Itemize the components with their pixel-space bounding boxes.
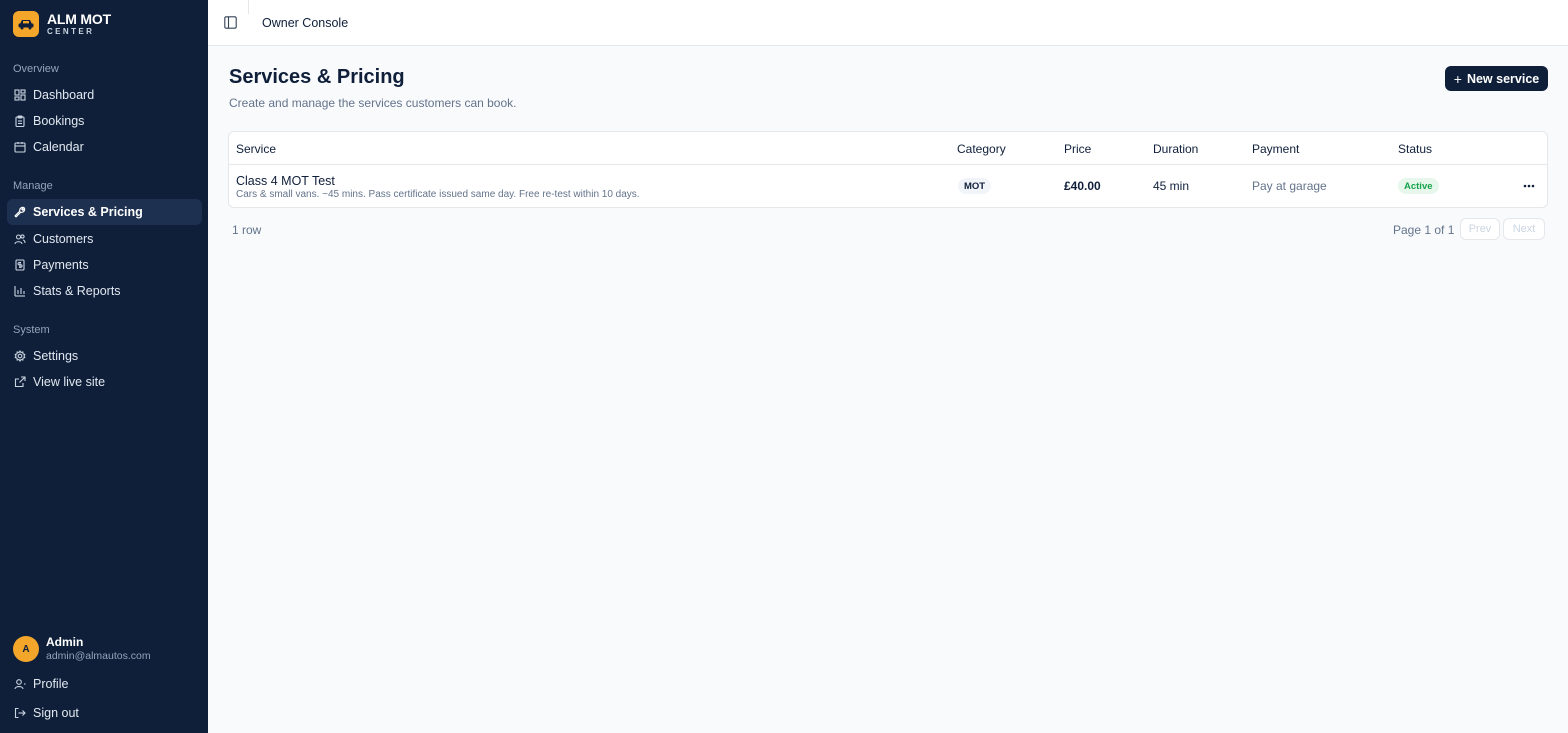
row-count: 1 row <box>232 223 262 237</box>
user-name: Admin <box>46 635 84 650</box>
sidebar-item-label: Calendar <box>33 140 84 154</box>
sidebar-item-bookings[interactable]: Bookings <box>7 108 202 134</box>
plus-icon: + <box>1453 70 1462 87</box>
sidebar-item-dashboard[interactable]: Dashboard <box>7 82 202 108</box>
calendar-icon <box>14 141 26 153</box>
brand-subtitle: CENTER <box>47 27 95 36</box>
profile-label: Profile <box>33 677 69 691</box>
car-icon <box>13 11 39 37</box>
section-label-system: System <box>13 324 50 336</box>
service-name: Class 4 MOT Test <box>236 174 335 188</box>
sidebar-item-calendar[interactable]: Calendar <box>7 134 202 160</box>
service-description: Cars & small vans. ~45 mins. Pass certif… <box>236 189 640 200</box>
sidebar-item-label: Stats & Reports <box>33 284 121 298</box>
receipt-icon <box>14 259 26 271</box>
page-subtitle: Create and manage the services customers… <box>229 96 517 110</box>
users-icon <box>14 233 26 245</box>
brand-name: ALM MOT <box>47 11 111 27</box>
sidebar-item-stats-reports[interactable]: Stats & Reports <box>7 278 202 304</box>
avatar: A <box>13 636 39 662</box>
topbar: Owner Console <box>208 0 1568 46</box>
sidebar-item-label: Settings <box>33 349 79 363</box>
sidebar-item-label: Bookings <box>33 114 85 128</box>
column-header-price[interactable]: Price <box>1064 142 1091 156</box>
status-badge: Active <box>1398 178 1439 194</box>
new-service-button[interactable]: + New service <box>1445 66 1548 91</box>
service-price: £40.00 <box>1064 179 1101 193</box>
sidebar-item-label: Customers <box>33 232 94 246</box>
brand[interactable]: ALM MOT CENTER <box>13 11 111 37</box>
sidebar-item-label: View live site <box>33 375 106 389</box>
user-block[interactable]: A Admin admin@almautos.com <box>13 635 151 662</box>
column-header-category[interactable]: Category <box>957 142 1006 156</box>
profile-link[interactable]: Profile <box>7 671 202 697</box>
sidebar: ALM MOT CENTER Overview Dashboard Bookin… <box>0 0 208 733</box>
sidebar-item-view-live-site[interactable]: View live site <box>7 369 202 395</box>
column-header-payment[interactable]: Payment <box>1252 142 1299 156</box>
section-label-manage: Manage <box>13 180 53 192</box>
prev-page-button[interactable]: Prev <box>1460 218 1500 240</box>
user-icon <box>14 678 26 690</box>
gear-icon <box>14 350 26 362</box>
console-title: Owner Console <box>262 16 349 30</box>
column-header-service[interactable]: Service <box>236 142 276 156</box>
sign-out-label: Sign out <box>33 706 79 720</box>
new-service-label: New service <box>1466 71 1540 86</box>
bar-chart-icon <box>14 285 26 297</box>
services-table: Service Category Price Duration Payment … <box>228 131 1548 208</box>
sign-out-icon <box>14 707 26 719</box>
wrench-icon <box>14 206 26 218</box>
sidebar-item-payments[interactable]: Payments <box>7 252 202 278</box>
service-payment: Pay at garage <box>1252 179 1327 193</box>
page-title: Services & Pricing <box>229 66 405 88</box>
column-header-status[interactable]: Status <box>1398 142 1432 156</box>
page-info: Page 1 of 1 <box>1393 223 1455 237</box>
topbar-divider <box>248 0 249 14</box>
column-header-duration[interactable]: Duration <box>1153 142 1198 156</box>
sidebar-toggle-icon[interactable] <box>224 16 237 29</box>
service-duration: 45 min <box>1153 179 1190 193</box>
category-badge: MOT <box>958 178 992 194</box>
sign-out-button[interactable]: Sign out <box>7 700 202 726</box>
dashboard-icon <box>14 89 26 101</box>
clipboard-icon <box>14 115 26 127</box>
section-label-overview: Overview <box>13 63 59 75</box>
sidebar-item-label: Payments <box>33 258 89 272</box>
more-actions-icon[interactable] <box>1521 180 1537 192</box>
user-email: admin@almautos.com <box>46 649 151 662</box>
external-link-icon <box>14 376 26 388</box>
sidebar-item-label: Dashboard <box>33 88 95 102</box>
sidebar-item-label: Services & Pricing <box>33 205 143 219</box>
next-page-button[interactable]: Next <box>1503 218 1545 240</box>
table-row[interactable]: Class 4 MOT Test Cars & small vans. ~45 … <box>229 165 1547 208</box>
sidebar-item-settings[interactable]: Settings <box>7 343 202 369</box>
table-header: Service Category Price Duration Payment … <box>229 132 1547 165</box>
sidebar-item-customers[interactable]: Customers <box>7 226 202 252</box>
sidebar-item-services-pricing[interactable]: Services & Pricing <box>7 199 202 225</box>
